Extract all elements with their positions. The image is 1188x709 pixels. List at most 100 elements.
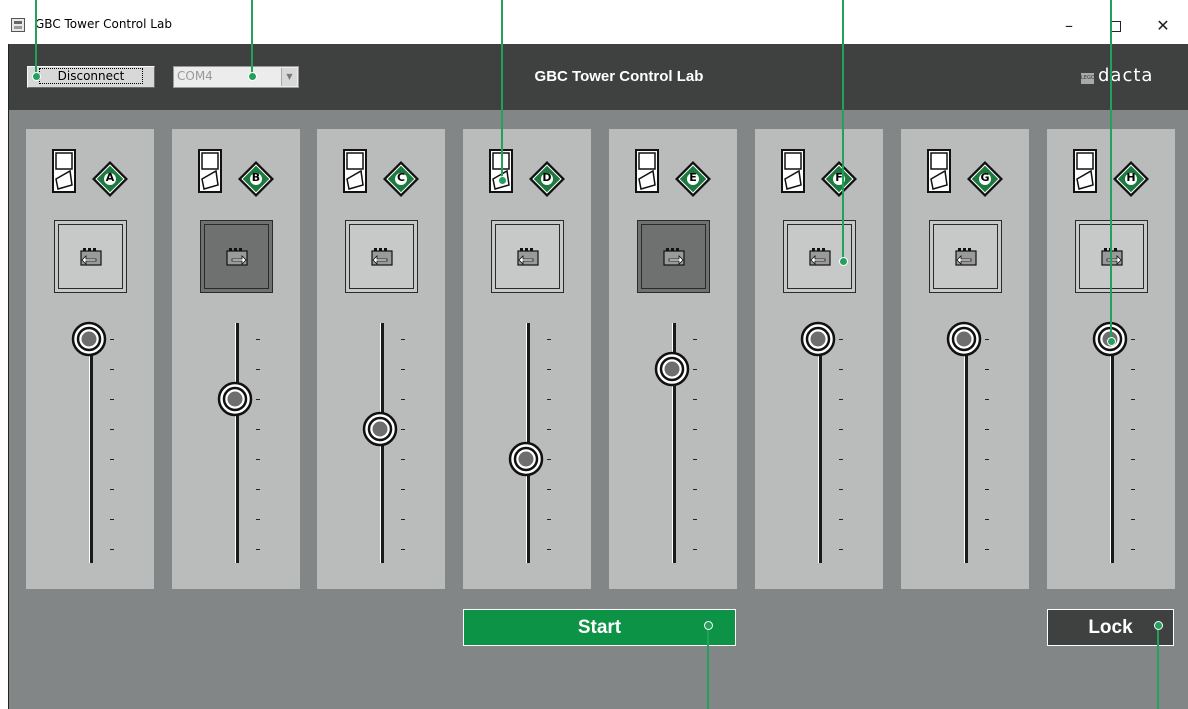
port-letter: G xyxy=(980,171,990,184)
app-body: Disconnect COM4 ▼ GBC Tower Control Lab … xyxy=(9,44,1188,709)
slider-tick xyxy=(110,519,114,520)
slider-tick xyxy=(985,549,989,550)
port-letter: C xyxy=(396,171,406,184)
slider-tick xyxy=(401,429,405,430)
slider-tick xyxy=(110,369,114,370)
slider-tick xyxy=(547,429,551,430)
slider-tick xyxy=(547,459,551,460)
toggle-switch-icon[interactable] xyxy=(635,149,659,193)
slider-tick xyxy=(401,369,405,370)
slider-tick xyxy=(110,399,114,400)
channel-c: C xyxy=(317,129,445,589)
port-letter: A xyxy=(105,171,115,184)
port-badge: D xyxy=(527,159,567,199)
slider-tick xyxy=(985,489,989,490)
speed-slider-track[interactable] xyxy=(818,323,822,563)
slider-tick xyxy=(693,399,697,400)
toggle-switch-icon[interactable] xyxy=(52,149,76,193)
slider-tick xyxy=(110,549,114,550)
speed-slider-knob[interactable] xyxy=(800,321,836,357)
port-letter: H xyxy=(1126,171,1136,184)
com-port-select[interactable]: COM4 ▼ xyxy=(173,66,299,88)
port-badge: G xyxy=(965,159,1005,199)
motor-direction-button[interactable] xyxy=(54,220,127,293)
annotation-line xyxy=(501,0,503,180)
slider-tick xyxy=(693,369,697,370)
toggle-switch-icon[interactable] xyxy=(781,149,805,193)
slider-tick xyxy=(693,339,697,340)
speed-slider-track[interactable] xyxy=(235,323,239,563)
toggle-switch-icon[interactable] xyxy=(343,149,367,193)
motor-direction-button[interactable] xyxy=(929,220,1002,293)
speed-slider-track[interactable] xyxy=(964,323,968,563)
speed-slider-knob[interactable] xyxy=(71,321,107,357)
slider-tick xyxy=(256,459,260,460)
slider-tick xyxy=(839,519,843,520)
motor-icon xyxy=(809,247,831,267)
speed-slider-knob[interactable] xyxy=(946,321,982,357)
motor-icon xyxy=(955,247,977,267)
slider-tick xyxy=(985,339,989,340)
channel-f: F xyxy=(755,129,883,589)
start-button[interactable]: Start xyxy=(463,609,736,646)
speed-slider-knob[interactable] xyxy=(362,411,398,447)
dropdown-arrow-icon[interactable]: ▼ xyxy=(281,68,297,86)
channel-b: B xyxy=(172,129,300,589)
slider-tick xyxy=(256,369,260,370)
slider-tick xyxy=(985,399,989,400)
disconnect-button[interactable]: Disconnect xyxy=(27,66,155,88)
port-badge: A xyxy=(90,159,130,199)
slider-tick xyxy=(547,549,551,550)
speed-slider-knob[interactable] xyxy=(217,381,253,417)
slider-tick xyxy=(110,459,114,460)
port-badge: C xyxy=(381,159,421,199)
motor-icon xyxy=(1101,247,1123,267)
speed-slider-knob[interactable] xyxy=(508,441,544,477)
slider-tick xyxy=(256,339,260,340)
annotation-line xyxy=(842,0,844,261)
port-letter: E xyxy=(689,171,697,184)
slider-tick xyxy=(985,459,989,460)
slider-tick xyxy=(256,429,260,430)
slider-tick xyxy=(985,519,989,520)
slider-tick xyxy=(1131,369,1135,370)
close-button[interactable]: ✕ xyxy=(1140,12,1186,40)
slider-tick xyxy=(110,489,114,490)
slider-tick xyxy=(401,519,405,520)
toggle-switch-icon[interactable] xyxy=(198,149,222,193)
port-badge: F xyxy=(819,159,859,199)
motor-direction-button[interactable] xyxy=(637,220,710,293)
disconnect-label: Disconnect xyxy=(38,68,144,84)
annotation-line xyxy=(251,0,253,76)
channel-d: D xyxy=(463,129,591,589)
toggle-switch-icon[interactable] xyxy=(927,149,951,193)
toggle-switch-icon[interactable] xyxy=(1073,149,1097,193)
maximize-button[interactable] xyxy=(1092,12,1138,40)
speed-slider-knob[interactable] xyxy=(654,351,690,387)
motor-icon xyxy=(663,247,685,267)
annotation-dot xyxy=(1106,336,1116,346)
slider-tick xyxy=(401,399,405,400)
slider-tick xyxy=(401,459,405,460)
motor-direction-button[interactable] xyxy=(200,220,273,293)
minimize-button[interactable]: – xyxy=(1046,12,1092,40)
slider-tick xyxy=(547,369,551,370)
annotation-line xyxy=(35,0,37,76)
channel-e: E xyxy=(609,129,737,589)
motor-direction-button[interactable] xyxy=(345,220,418,293)
slider-tick xyxy=(1131,549,1135,550)
annotation-line xyxy=(1110,0,1112,341)
speed-slider-track[interactable] xyxy=(1110,323,1114,563)
annotation-dot xyxy=(31,71,41,81)
slider-tick xyxy=(547,399,551,400)
speed-slider-track[interactable] xyxy=(89,323,93,563)
slider-tick xyxy=(693,519,697,520)
slider-tick xyxy=(256,489,260,490)
app-header: Disconnect COM4 ▼ GBC Tower Control Lab … xyxy=(9,44,1188,110)
annotation-dot xyxy=(247,71,257,81)
port-letter: D xyxy=(542,171,552,184)
motor-direction-button[interactable] xyxy=(491,220,564,293)
app-window-icon xyxy=(11,18,25,32)
slider-tick xyxy=(985,429,989,430)
channel-a: A xyxy=(26,129,154,589)
